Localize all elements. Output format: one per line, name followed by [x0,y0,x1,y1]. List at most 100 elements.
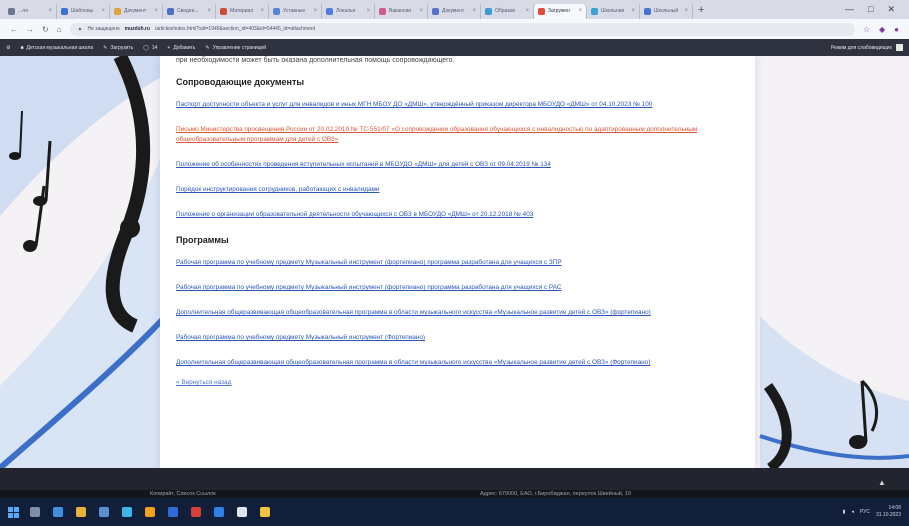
tab-close-icon[interactable]: × [48,8,52,14]
taskbar-app-icon[interactable] [30,507,40,517]
tab-close-icon[interactable]: × [631,8,635,14]
tab-label: Документ [124,8,147,14]
document-link[interactable]: Паспорт доступности объекта и услуг для … [176,100,739,110]
bookmark-manage[interactable]: ✎ Управление страницей [205,45,266,51]
tab-close-icon[interactable]: × [154,8,158,14]
document-link[interactable]: Положение об особенностях проведения вст… [176,160,739,170]
taskbar-app-icon[interactable] [145,507,155,517]
document-link[interactable]: Дополнительная общеразвивающая общеобраз… [176,358,739,368]
document-link[interactable]: Письмо Министерства просвещения России о… [176,125,739,145]
browser-tab[interactable]: Документ × [428,3,481,19]
document-link[interactable]: Рабочая программа по учебному предмету М… [176,333,739,343]
close-window-button[interactable]: ✕ [887,4,895,15]
accessibility-label: Режим для слабовидящих [830,44,892,51]
bookmark-add[interactable]: + Добавить [167,45,195,51]
document-link[interactable]: Дополнительная общеразвивающая общеобраз… [176,308,739,318]
tab-close-icon[interactable]: × [419,8,423,14]
language-indicator[interactable]: РУС [860,509,870,515]
browser-tab[interactable]: Школьная × [587,3,640,19]
tab-favicon-icon [8,7,15,15]
bookmark-comments[interactable]: ◯ 14 [143,45,157,51]
taskbar-app-icon[interactable] [214,507,224,517]
bookmark-label: Добавить [173,44,196,51]
star-icon[interactable]: ☆ [863,25,870,34]
volume-icon[interactable]: ◂ [851,509,854,515]
document-link[interactable]: Порядок инструктирования сотрудников, ра… [176,185,739,195]
browser-tab[interactable]: Шаблоны × [57,3,110,19]
tab-favicon-icon [379,7,386,15]
extension-icon[interactable]: ◆ [879,25,885,34]
browser-tab[interactable]: Локальн × [322,3,375,19]
tab-close-icon[interactable]: × [472,8,476,14]
minimize-button[interactable]: — [845,4,854,15]
profile-icon[interactable]: ● [894,25,899,34]
browser-tab[interactable]: Материал × [216,3,269,19]
browser-tab[interactable]: Вакансии × [375,3,428,19]
tab-close-icon[interactable]: × [260,8,264,14]
home-icon[interactable]: ⌂ [57,25,62,34]
tab-label: Уставные [283,8,306,14]
taskbar-app-icon[interactable] [99,507,109,517]
pencil-icon: ✎ [103,44,108,51]
tab-close-icon[interactable]: × [525,8,529,14]
tab-label: Образов [495,8,515,14]
back-link[interactable]: « Вернуться назад [176,379,739,386]
page-viewport: при необходимости может быть оказана доп… [0,56,909,468]
browser-tab[interactable]: Сведен... × [163,3,216,19]
tab-close-icon[interactable]: × [684,8,688,14]
back-arrow-icon[interactable]: ← [10,25,18,34]
os-taskbar: ▮ ◂ РУС 14:08 31.10.2023 [0,498,909,526]
browser-tab[interactable]: Школьный × [640,3,693,19]
system-tray: ▮ ◂ РУС 14:08 31.10.2023 [843,505,901,519]
browser-tab[interactable]: Загружен × [534,3,587,19]
forward-arrow-icon[interactable]: → [26,25,34,34]
document-link[interactable]: Рабочая программа по учебному предмету М… [176,258,739,268]
url-input[interactable]: ▲ Не защищено muzdsh.ru /articles/index.… [69,22,855,36]
taskbar-app-icon[interactable] [76,507,86,517]
document-link[interactable]: Рабочая программа по учебному предмету М… [176,283,739,293]
scroll-up-button[interactable]: ▲ [878,478,886,487]
tab-close-icon[interactable]: × [578,8,582,14]
tab-close-icon[interactable]: × [207,8,211,14]
tab-favicon-icon [220,7,227,15]
comment-icon: ◯ [143,44,149,51]
settings-icon[interactable]: ⚙ [6,45,10,51]
tab-list: ...ля × Шаблоны × Документ × Сведен... × Материа… [4,1,693,19]
tab-close-icon[interactable]: × [366,8,370,14]
network-icon[interactable]: ▮ [843,509,846,515]
clock-date: 31.10.2023 [875,512,901,518]
accessibility-toggle[interactable]: Режим для слабовидящих [831,44,903,51]
bookmarks-bar: ⚙ ■ Детская музыкальная школа ✎ Загрузить … [0,39,909,56]
document-link[interactable]: Положение о организации образовательной … [176,210,739,220]
taskbar-app-icon[interactable] [191,507,201,517]
tab-close-icon[interactable]: × [101,8,105,14]
browser-tab[interactable]: Документ × [110,3,163,19]
url-path: /articles/index.html?sid=1945&section_id… [154,26,316,32]
new-tab-button[interactable]: + [698,4,704,16]
main-content: при необходимости может быть оказана доп… [160,56,755,468]
address-bar-row: ← → ↻ ⌂ ▲ Не защищено muzdsh.ru /article… [0,19,909,39]
taskbar-app-icon[interactable] [260,507,270,517]
taskbar-app-icon[interactable] [168,507,178,517]
taskbar-app-icon[interactable] [53,507,63,517]
bookmark-label: 14 [151,44,158,51]
taskbar-app-icon[interactable] [122,507,132,517]
taskbar-app-icon[interactable] [237,507,247,517]
browser-tab[interactable]: Образов × [481,3,534,19]
tab-close-icon[interactable]: × [313,8,317,14]
tab-label: Документ [442,8,465,14]
tab-label: Загружен [548,8,570,14]
windows-start-icon[interactable] [8,506,19,518]
clock-time: 14:08 [888,505,901,511]
bookmark-school[interactable]: ■ Детская музыкальная школа [20,45,93,51]
maximize-button[interactable]: □ [868,4,873,15]
bookmark-upload[interactable]: ✎ Загрузить [103,45,133,51]
reload-icon[interactable]: ↻ [42,25,49,34]
browser-tab-strip: ...ля × Шаблоны × Документ × Сведен... × Материа… [0,0,909,19]
tab-favicon-icon [538,7,545,15]
clock[interactable]: 14:08 31.10.2023 [876,505,901,519]
browser-tab[interactable]: ...ля × [4,3,57,19]
bookmark-icon: ■ [20,44,24,51]
tab-favicon-icon [114,7,121,15]
browser-tab[interactable]: Уставные × [269,3,322,19]
